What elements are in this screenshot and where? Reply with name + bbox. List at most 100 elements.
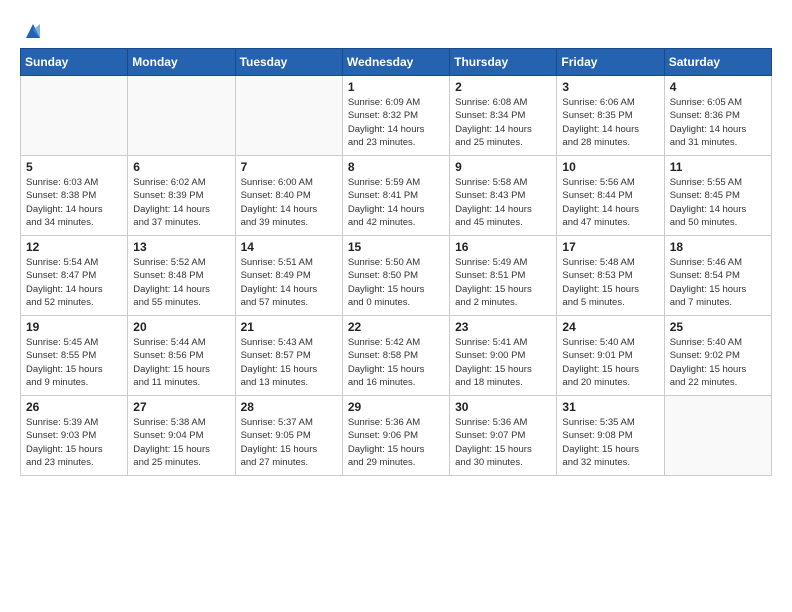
day-of-week-header: Sunday [21, 49, 128, 76]
day-info: Sunrise: 5:40 AM Sunset: 9:01 PM Dayligh… [562, 336, 658, 389]
day-number: 14 [241, 240, 337, 254]
day-of-week-header: Monday [128, 49, 235, 76]
day-number: 3 [562, 80, 658, 94]
logo [20, 20, 44, 38]
day-of-week-header: Friday [557, 49, 664, 76]
day-number: 15 [348, 240, 444, 254]
day-info: Sunrise: 6:05 AM Sunset: 8:36 PM Dayligh… [670, 96, 766, 149]
calendar-day-cell: 23 Sunrise: 5:41 AM Sunset: 9:00 PM Dayli… [450, 316, 557, 396]
day-number: 22 [348, 320, 444, 334]
day-info: Sunrise: 5:52 AM Sunset: 8:48 PM Dayligh… [133, 256, 229, 309]
calendar-day-cell: 28 Sunrise: 5:37 AM Sunset: 9:05 PM Dayli… [235, 396, 342, 476]
day-number: 21 [241, 320, 337, 334]
day-number: 23 [455, 320, 551, 334]
day-info: Sunrise: 5:41 AM Sunset: 9:00 PM Dayligh… [455, 336, 551, 389]
day-info: Sunrise: 5:56 AM Sunset: 8:44 PM Dayligh… [562, 176, 658, 229]
calendar-day-cell: 29 Sunrise: 5:36 AM Sunset: 9:06 PM Dayli… [342, 396, 449, 476]
days-header-row: SundayMondayTuesdayWednesdayThursdayFrid… [21, 49, 772, 76]
calendar-day-cell: 30Sunrise: 5:36 AM Sunset: 9:07 PM Dayli… [450, 396, 557, 476]
calendar-day-cell: 26 Sunrise: 5:39 AM Sunset: 9:03 PM Dayli… [21, 396, 128, 476]
day-number: 9 [455, 160, 551, 174]
day-info: Sunrise: 5:50 AM Sunset: 8:50 PM Dayligh… [348, 256, 444, 309]
calendar-day-cell: 22 Sunrise: 5:42 AM Sunset: 8:58 PM Dayli… [342, 316, 449, 396]
calendar-day-cell: 19Sunrise: 5:45 AM Sunset: 8:55 PM Dayli… [21, 316, 128, 396]
day-number: 18 [670, 240, 766, 254]
day-info: Sunrise: 5:37 AM Sunset: 9:05 PM Dayligh… [241, 416, 337, 469]
calendar-day-cell: 8Sunrise: 5:59 AM Sunset: 8:41 PM Daylig… [342, 156, 449, 236]
calendar-week-row: 5 Sunrise: 6:03 AM Sunset: 8:38 PM Daylig… [21, 156, 772, 236]
day-info: Sunrise: 5:48 AM Sunset: 8:53 PM Dayligh… [562, 256, 658, 309]
day-info: Sunrise: 5:44 AM Sunset: 8:56 PM Dayligh… [133, 336, 229, 389]
day-number: 8 [348, 160, 444, 174]
day-number: 24 [562, 320, 658, 334]
calendar-day-cell: 12 Sunrise: 5:54 AM Sunset: 8:47 PM Dayli… [21, 236, 128, 316]
calendar-day-cell [235, 76, 342, 156]
day-number: 16 [455, 240, 551, 254]
day-number: 1 [348, 80, 444, 94]
day-info: Sunrise: 5:42 AM Sunset: 8:58 PM Dayligh… [348, 336, 444, 389]
day-info: Sunrise: 5:43 AM Sunset: 8:57 PM Dayligh… [241, 336, 337, 389]
calendar-day-cell: 15 Sunrise: 5:50 AM Sunset: 8:50 PM Dayli… [342, 236, 449, 316]
day-number: 7 [241, 160, 337, 174]
day-number: 31 [562, 400, 658, 414]
day-info: Sunrise: 5:54 AM Sunset: 8:47 PM Dayligh… [26, 256, 122, 309]
day-number: 10 [562, 160, 658, 174]
day-info: Sunrise: 6:03 AM Sunset: 8:38 PM Dayligh… [26, 176, 122, 229]
calendar-day-cell: 21 Sunrise: 5:43 AM Sunset: 8:57 PM Dayli… [235, 316, 342, 396]
day-info: Sunrise: 5:35 AM Sunset: 9:08 PM Dayligh… [562, 416, 658, 469]
day-info: Sunrise: 5:51 AM Sunset: 8:49 PM Dayligh… [241, 256, 337, 309]
day-number: 29 [348, 400, 444, 414]
day-info: Sunrise: 5:49 AM Sunset: 8:51 PM Dayligh… [455, 256, 551, 309]
day-of-week-header: Tuesday [235, 49, 342, 76]
calendar-day-cell: 5 Sunrise: 6:03 AM Sunset: 8:38 PM Daylig… [21, 156, 128, 236]
day-info: Sunrise: 6:09 AM Sunset: 8:32 PM Dayligh… [348, 96, 444, 149]
calendar-day-cell: 14 Sunrise: 5:51 AM Sunset: 8:49 PM Dayli… [235, 236, 342, 316]
day-number: 19 [26, 320, 122, 334]
day-number: 27 [133, 400, 229, 414]
calendar-week-row: 1 Sunrise: 6:09 AM Sunset: 8:32 PM Daylig… [21, 76, 772, 156]
calendar-day-cell: 11 Sunrise: 5:55 AM Sunset: 8:45 PM Dayli… [664, 156, 771, 236]
calendar-week-row: 19Sunrise: 5:45 AM Sunset: 8:55 PM Dayli… [21, 316, 772, 396]
day-number: 12 [26, 240, 122, 254]
day-number: 4 [670, 80, 766, 94]
calendar-day-cell: 25 Sunrise: 5:40 AM Sunset: 9:02 PM Dayli… [664, 316, 771, 396]
calendar-day-cell: 7Sunrise: 6:00 AM Sunset: 8:40 PM Daylig… [235, 156, 342, 236]
day-info: Sunrise: 5:39 AM Sunset: 9:03 PM Dayligh… [26, 416, 122, 469]
day-info: Sunrise: 5:55 AM Sunset: 8:45 PM Dayligh… [670, 176, 766, 229]
day-info: Sunrise: 6:08 AM Sunset: 8:34 PM Dayligh… [455, 96, 551, 149]
day-number: 5 [26, 160, 122, 174]
day-number: 25 [670, 320, 766, 334]
day-info: Sunrise: 5:40 AM Sunset: 9:02 PM Dayligh… [670, 336, 766, 389]
day-of-week-header: Saturday [664, 49, 771, 76]
day-number: 2 [455, 80, 551, 94]
day-number: 13 [133, 240, 229, 254]
calendar-day-cell: 6 Sunrise: 6:02 AM Sunset: 8:39 PM Daylig… [128, 156, 235, 236]
day-number: 26 [26, 400, 122, 414]
calendar-day-cell: 17 Sunrise: 5:48 AM Sunset: 8:53 PM Dayli… [557, 236, 664, 316]
day-number: 28 [241, 400, 337, 414]
calendar-day-cell: 9 Sunrise: 5:58 AM Sunset: 8:43 PM Daylig… [450, 156, 557, 236]
day-info: Sunrise: 5:36 AM Sunset: 9:06 PM Dayligh… [348, 416, 444, 469]
day-info: Sunrise: 6:02 AM Sunset: 8:39 PM Dayligh… [133, 176, 229, 229]
calendar-day-cell: 20Sunrise: 5:44 AM Sunset: 8:56 PM Dayli… [128, 316, 235, 396]
calendar-day-cell: 24 Sunrise: 5:40 AM Sunset: 9:01 PM Dayli… [557, 316, 664, 396]
day-number: 6 [133, 160, 229, 174]
calendar-day-cell: 4 Sunrise: 6:05 AM Sunset: 8:36 PM Daylig… [664, 76, 771, 156]
day-info: Sunrise: 5:38 AM Sunset: 9:04 PM Dayligh… [133, 416, 229, 469]
day-number: 11 [670, 160, 766, 174]
calendar-week-row: 26 Sunrise: 5:39 AM Sunset: 9:03 PM Dayli… [21, 396, 772, 476]
calendar-table: SundayMondayTuesdayWednesdayThursdayFrid… [20, 48, 772, 476]
calendar-day-cell: 1 Sunrise: 6:09 AM Sunset: 8:32 PM Daylig… [342, 76, 449, 156]
logo-icon [22, 20, 44, 42]
day-number: 17 [562, 240, 658, 254]
calendar-day-cell: 16 Sunrise: 5:49 AM Sunset: 8:51 PM Dayli… [450, 236, 557, 316]
day-info: Sunrise: 5:58 AM Sunset: 8:43 PM Dayligh… [455, 176, 551, 229]
calendar-day-cell: 18Sunrise: 5:46 AM Sunset: 8:54 PM Dayli… [664, 236, 771, 316]
day-of-week-header: Wednesday [342, 49, 449, 76]
page-header [20, 20, 772, 38]
calendar-day-cell: 27 Sunrise: 5:38 AM Sunset: 9:04 PM Dayli… [128, 396, 235, 476]
calendar-day-cell [128, 76, 235, 156]
calendar-day-cell: 10 Sunrise: 5:56 AM Sunset: 8:44 PM Dayli… [557, 156, 664, 236]
calendar-day-cell [21, 76, 128, 156]
day-number: 30 [455, 400, 551, 414]
